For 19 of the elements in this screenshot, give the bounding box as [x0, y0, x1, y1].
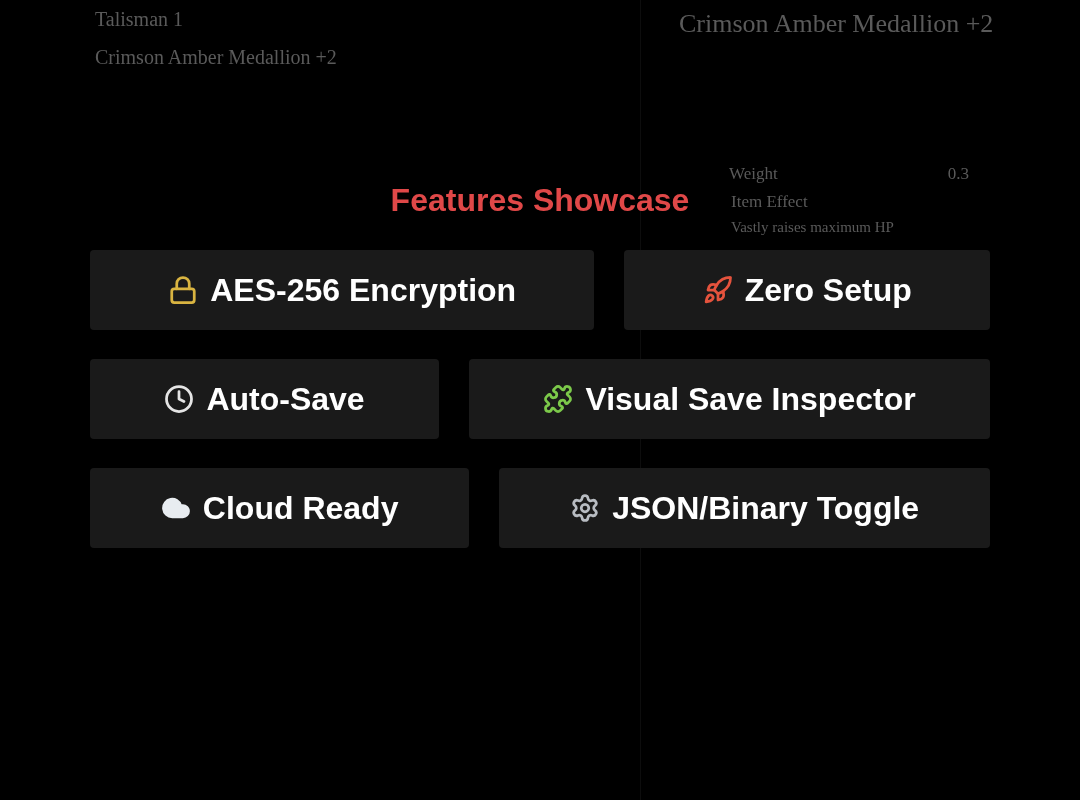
- showcase-title: Features Showcase: [390, 181, 690, 220]
- padlock-icon: [168, 275, 199, 305]
- clock-icon: [164, 384, 195, 414]
- feature-label: Visual Save Inspector: [585, 380, 916, 419]
- stat-value: 0.3: [947, 163, 969, 185]
- stat-label: Weight: [729, 163, 778, 185]
- rocket-icon: [702, 275, 733, 305]
- detail-title: Crimson Amber Medallion +2: [679, 8, 995, 40]
- feature-label: Auto-Save: [206, 380, 365, 419]
- feature-label: Cloud Ready: [202, 489, 399, 528]
- feature-label: JSON/Binary Toggle: [612, 489, 920, 528]
- feature-label: Zero Setup: [744, 271, 912, 310]
- effect-text: Vastly raises maximum HP: [730, 218, 895, 237]
- feature-label: AES-256 Encryption: [210, 271, 517, 310]
- item-name: Crimson Amber Medallion +2: [95, 45, 338, 70]
- effect-heading: Item Effect: [730, 190, 809, 213]
- slot-label: Talisman 1: [95, 7, 185, 32]
- puzzle-piece-icon: [543, 384, 574, 414]
- gear-icon: [570, 493, 601, 523]
